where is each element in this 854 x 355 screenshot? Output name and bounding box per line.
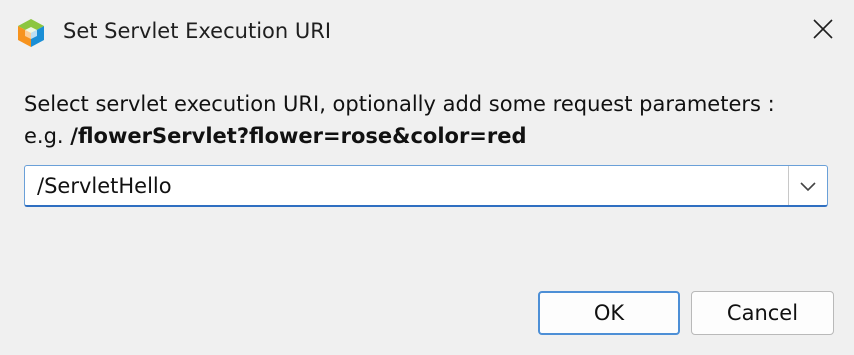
example-value: /flowerServlet?flower=rose&color=red [70,124,527,148]
servlet-uri-dialog: Set Servlet Execution URI Select servlet… [0,0,854,355]
close-icon [813,19,833,39]
cancel-button[interactable]: Cancel [691,291,834,335]
uri-input[interactable] [25,166,787,205]
dropdown-button[interactable] [789,166,827,205]
chevron-down-icon [800,181,816,191]
ok-button[interactable]: OK [538,291,680,335]
window-title: Set Servlet Execution URI [63,19,332,43]
instruction-text: Select servlet execution URI, optionally… [24,92,775,116]
example-text: e.g. /flowerServlet?flower=rose&color=re… [24,120,834,152]
title-bar: Set Servlet Execution URI [0,0,854,62]
example-prefix: e.g. [24,124,71,148]
dialog-content: Select servlet execution URI, optionally… [24,88,834,152]
netbeans-cube-icon [18,19,44,47]
close-button[interactable] [792,0,854,58]
uri-combobox[interactable] [24,165,828,207]
